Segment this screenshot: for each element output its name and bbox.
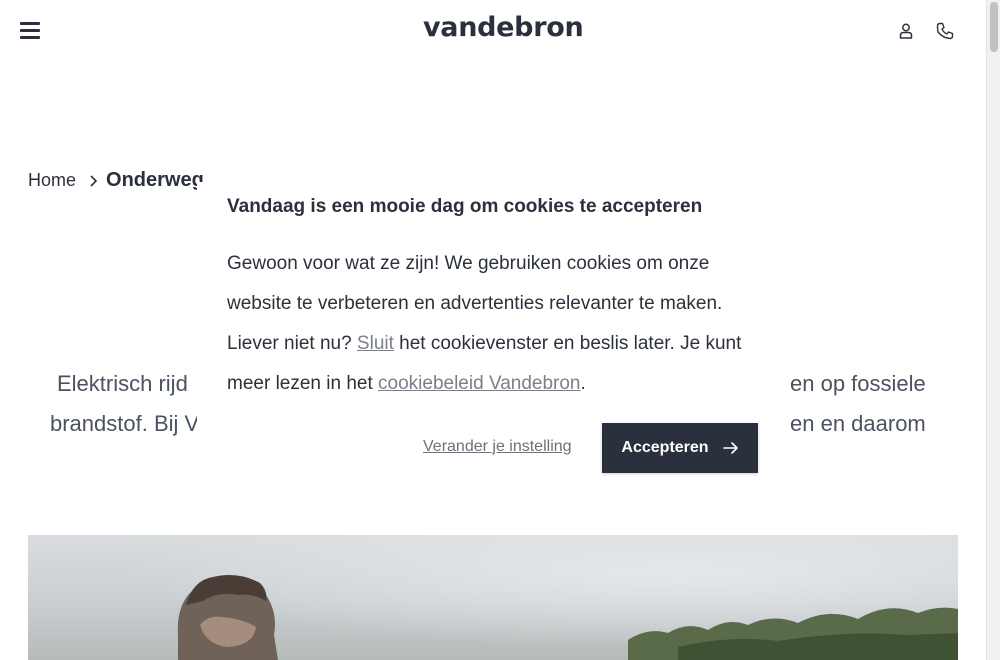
hero-image bbox=[28, 535, 958, 660]
cookie-policy-link[interactable]: cookiebeleid Vandebron bbox=[378, 373, 580, 394]
intro-text-line1-left: Elektrisch rijd bbox=[57, 371, 188, 396]
cookie-dialog-body: Gewoon voor wat ze zijn! We gebruiken co… bbox=[227, 244, 767, 404]
cookie-body-text-3: . bbox=[580, 373, 586, 394]
intro-text-line2-left: brandstof. Bij V bbox=[50, 411, 200, 436]
breadcrumb: Home Onderweg bbox=[28, 169, 204, 192]
hero-photo-illustration bbox=[177, 575, 958, 660]
change-settings-link[interactable]: Verander je instelling bbox=[423, 438, 572, 456]
intro-text-line1-right: en op fossiele bbox=[790, 371, 926, 396]
site-header: vandebron bbox=[0, 0, 986, 62]
accept-button-label: Accepteren bbox=[621, 439, 709, 456]
phone-icon[interactable] bbox=[934, 20, 956, 42]
breadcrumb-home-link[interactable]: Home bbox=[28, 170, 76, 191]
cookie-consent-dialog: Vandaag is een mooie dag om cookies te a… bbox=[197, 182, 787, 492]
scrollbar-thumb[interactable] bbox=[990, 2, 998, 52]
chevron-right-icon bbox=[90, 174, 98, 187]
site-logo[interactable]: vandebron bbox=[423, 12, 584, 43]
page-scrollbar[interactable] bbox=[986, 0, 1000, 660]
accept-cookies-button[interactable]: Accepteren bbox=[602, 423, 758, 473]
user-icon[interactable] bbox=[895, 20, 917, 42]
close-cookie-link[interactable]: Sluit bbox=[357, 333, 394, 354]
arrow-right-icon bbox=[722, 442, 738, 454]
breadcrumb-current: Onderweg bbox=[106, 169, 204, 191]
intro-text-line2-right: en en daarom bbox=[790, 411, 926, 436]
cookie-dialog-title: Vandaag is een mooie dag om cookies te a… bbox=[227, 196, 703, 217]
hamburger-menu-icon[interactable] bbox=[20, 21, 40, 39]
